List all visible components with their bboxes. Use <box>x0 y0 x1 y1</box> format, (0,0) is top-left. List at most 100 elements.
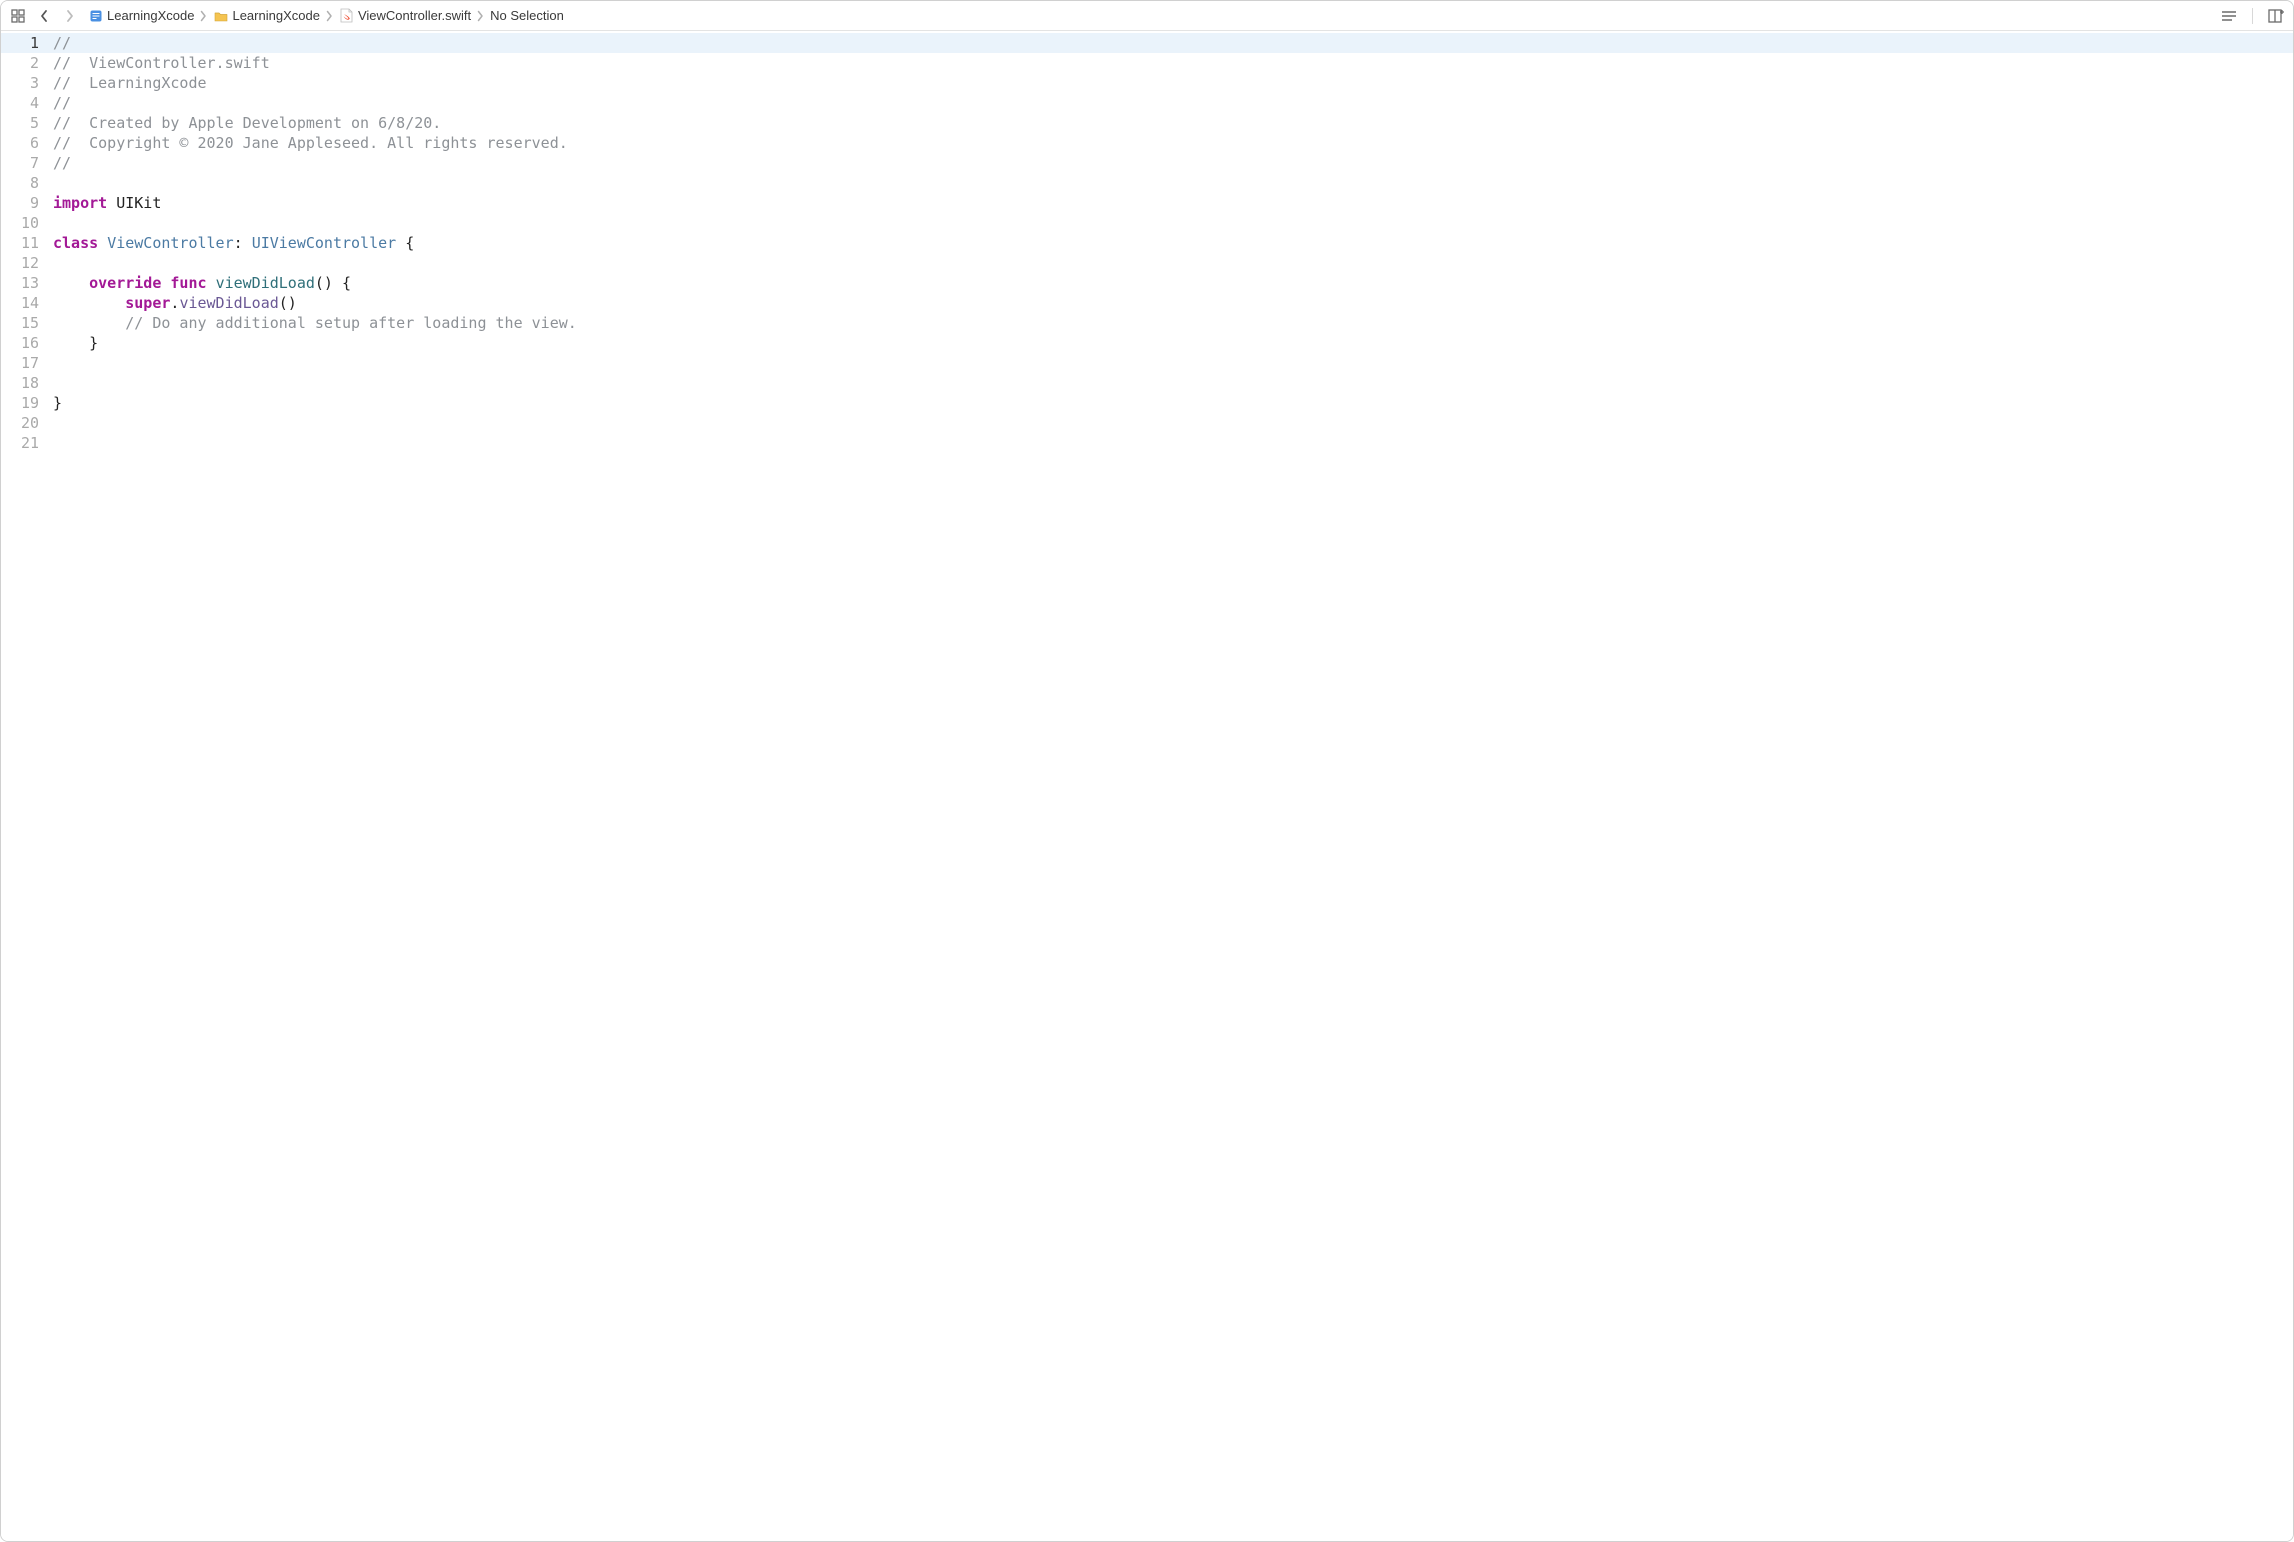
code-token: // LearningXcode <box>53 74 207 92</box>
line-number[interactable]: 2 <box>1 53 49 73</box>
code-token <box>53 274 89 292</box>
line-number[interactable]: 12 <box>1 253 49 273</box>
line-number[interactable]: 13 <box>1 273 49 293</box>
code-line[interactable] <box>49 433 2293 453</box>
breadcrumb-selection-label: No Selection <box>490 8 564 23</box>
code-token: // ViewController.swift <box>53 54 270 72</box>
line-number[interactable]: 18 <box>1 373 49 393</box>
code-token: func <box>170 274 206 292</box>
line-number[interactable]: 17 <box>1 353 49 373</box>
code-token: super <box>125 294 170 312</box>
code-line[interactable] <box>49 253 2293 273</box>
code-line[interactable]: override func viewDidLoad() { <box>49 273 2293 293</box>
chevron-left-icon <box>39 9 49 23</box>
code-token: // Copyright © 2020 Jane Appleseed. All … <box>53 134 568 152</box>
code-line[interactable] <box>49 173 2293 193</box>
code-line[interactable] <box>49 413 2293 433</box>
code-line[interactable]: class ViewController: UIViewController { <box>49 233 2293 253</box>
code-token: // Created by Apple Development on 6/8/2… <box>53 114 441 132</box>
nav-back-button[interactable] <box>33 5 55 27</box>
code-token <box>98 234 107 252</box>
add-editor-icon <box>2268 9 2284 23</box>
code-line[interactable]: } <box>49 333 2293 353</box>
code-token: } <box>53 334 98 352</box>
breadcrumb: LearningXcode LearningXcode <box>85 6 567 25</box>
swift-file-icon <box>339 8 354 23</box>
line-number[interactable]: 11 <box>1 233 49 253</box>
line-number[interactable]: 15 <box>1 313 49 333</box>
code-line[interactable] <box>49 213 2293 233</box>
breadcrumb-sep <box>199 10 208 22</box>
code-line[interactable] <box>49 353 2293 373</box>
line-number[interactable]: 19 <box>1 393 49 413</box>
code-line[interactable]: // Do any additional setup after loading… <box>49 313 2293 333</box>
code-token: () <box>279 294 297 312</box>
code-line[interactable]: import UIKit <box>49 193 2293 213</box>
code-token <box>53 314 125 332</box>
code-token: override <box>89 274 161 292</box>
code-line[interactable]: // ViewController.swift <box>49 53 2293 73</box>
adjust-editor-options-button[interactable] <box>2218 5 2240 27</box>
related-items-icon <box>11 9 25 23</box>
code-token: // Do any additional setup after loading… <box>125 314 577 332</box>
line-number[interactable]: 21 <box>1 433 49 453</box>
breadcrumb-sep <box>476 10 485 22</box>
code-line[interactable]: // <box>49 153 2293 173</box>
line-number[interactable]: 20 <box>1 413 49 433</box>
line-number[interactable]: 14 <box>1 293 49 313</box>
code-line[interactable]: super.viewDidLoad() <box>49 293 2293 313</box>
line-number[interactable]: 8 <box>1 173 49 193</box>
code-token: () { <box>315 274 351 292</box>
code-token: import <box>53 194 107 212</box>
breadcrumb-project-label: LearningXcode <box>107 8 194 23</box>
line-number[interactable]: 9 <box>1 193 49 213</box>
line-number[interactable]: 1 <box>1 33 49 53</box>
toolbar-separator <box>2252 8 2253 24</box>
code-line[interactable]: // <box>49 33 2293 53</box>
code-token: // <box>53 94 71 112</box>
code-line[interactable]: } <box>49 393 2293 413</box>
code-token <box>53 294 125 312</box>
line-number[interactable]: 16 <box>1 333 49 353</box>
code-token: } <box>53 394 62 412</box>
line-number[interactable]: 10 <box>1 213 49 233</box>
breadcrumb-file-label: ViewController.swift <box>358 8 471 23</box>
code-token <box>107 194 116 212</box>
code-token: // <box>53 34 71 52</box>
xcodeproj-icon <box>88 8 103 23</box>
code-line[interactable] <box>49 373 2293 393</box>
code-token: UIViewController <box>252 234 397 252</box>
jump-bar-right <box>2218 5 2287 27</box>
line-number[interactable]: 3 <box>1 73 49 93</box>
jump-bar: LearningXcode LearningXcode <box>1 1 2293 31</box>
code-token: { <box>396 234 414 252</box>
code-token <box>207 274 216 292</box>
folder-icon <box>213 8 228 23</box>
breadcrumb-group[interactable]: LearningXcode <box>210 6 322 25</box>
line-number[interactable]: 4 <box>1 93 49 113</box>
line-number[interactable]: 7 <box>1 153 49 173</box>
code-token: // <box>53 154 71 172</box>
add-editor-button[interactable] <box>2265 5 2287 27</box>
line-number-gutter[interactable]: 123456789101112131415161718192021 <box>1 31 49 1541</box>
line-number[interactable]: 5 <box>1 113 49 133</box>
breadcrumb-selection[interactable]: No Selection <box>487 6 567 25</box>
code-token: : <box>234 234 252 252</box>
code-token: UIKit <box>116 194 161 212</box>
breadcrumb-sep <box>325 10 334 22</box>
code-line[interactable]: // <box>49 93 2293 113</box>
code-token: viewDidLoad <box>179 294 278 312</box>
line-number[interactable]: 6 <box>1 133 49 153</box>
nav-forward-button[interactable] <box>59 5 81 27</box>
editor-window: LearningXcode LearningXcode <box>0 0 2294 1542</box>
code-token: ViewController <box>107 234 233 252</box>
breadcrumb-file[interactable]: ViewController.swift <box>336 6 474 25</box>
source-editor[interactable]: 123456789101112131415161718192021 //// V… <box>1 31 2293 1541</box>
code-line[interactable]: // LearningXcode <box>49 73 2293 93</box>
code-line[interactable]: // Copyright © 2020 Jane Appleseed. All … <box>49 133 2293 153</box>
code-line[interactable]: // Created by Apple Development on 6/8/2… <box>49 113 2293 133</box>
breadcrumb-project[interactable]: LearningXcode <box>85 6 197 25</box>
code-area[interactable]: // // ViewController.swift // LearningXcod… <box>49 31 2293 1541</box>
code-token: viewDidLoad <box>216 274 315 292</box>
related-items-button[interactable] <box>7 5 29 27</box>
